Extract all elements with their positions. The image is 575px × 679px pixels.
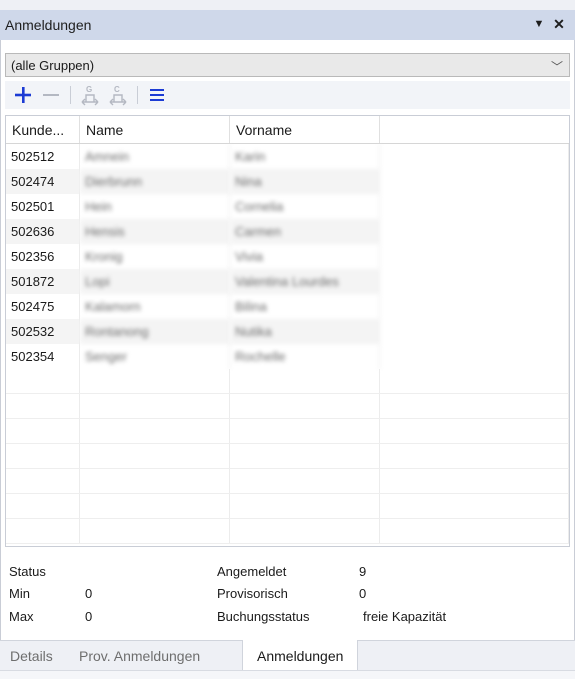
cell-kunde: 502356: [6, 244, 80, 269]
bottom-tab-bar: Details Prov. Anmeldungen Anmeldungen: [0, 640, 575, 671]
cell-filler: [380, 294, 569, 319]
cell-filler: [380, 144, 569, 169]
cell-vorname: Bilina: [230, 294, 380, 319]
column-header-kunde[interactable]: Kunde...: [6, 116, 80, 143]
cell-name: Rontanong: [80, 319, 230, 344]
bottom-strip: [0, 670, 575, 679]
plus-icon[interactable]: [11, 83, 35, 107]
angemeldet-label: Angemeldet: [217, 564, 287, 579]
cell-kunde: 502512: [6, 144, 80, 169]
empty-row: [6, 444, 569, 469]
cell-vorname: Valentina Lourdes: [230, 269, 380, 294]
grid-body: 502512 Amnein Karin 502474 Dierbrunn Nin…: [6, 144, 569, 544]
cell-name: Hein: [80, 194, 230, 219]
panel-content: (alle Gruppen) ﹀ G C Kunde... Name Vorna…: [0, 40, 575, 640]
cell-vorname: Rochelle: [230, 344, 380, 369]
cell-kunde: 502532: [6, 319, 80, 344]
column-header-name[interactable]: Name: [80, 116, 230, 143]
angemeldet-value: 9: [359, 564, 367, 579]
grid-header: Kunde... Name Vorname: [6, 116, 569, 144]
cell-name: Lopi: [80, 269, 230, 294]
cell-filler: [380, 319, 569, 344]
table-row[interactable]: 502474 Dierbrunn Nina: [6, 169, 569, 194]
toolbar-separator: [70, 86, 71, 104]
min-value: 0: [85, 586, 93, 601]
minus-icon[interactable]: [39, 83, 63, 107]
empty-row: [6, 494, 569, 519]
table-row[interactable]: 501872 Lopi Valentina Lourdes: [6, 269, 569, 294]
grid-toolbar: G C: [5, 81, 570, 109]
max-label: Max: [9, 609, 34, 624]
svg-text:C: C: [114, 85, 120, 94]
summary-panel: Status Min 0 Max 0 Angemeldet 9 Provisor…: [5, 550, 570, 640]
min-label: Min: [9, 586, 30, 601]
empty-row: [6, 419, 569, 444]
cell-vorname: Nutika: [230, 319, 380, 344]
cell-filler: [380, 269, 569, 294]
empty-row: [6, 469, 569, 494]
cell-vorname: Nina: [230, 169, 380, 194]
cell-filler: [380, 244, 569, 269]
cell-name: Kronig: [80, 244, 230, 269]
toolbar-separator: [137, 86, 138, 104]
cell-kunde: 501872: [6, 269, 80, 294]
table-row[interactable]: 502501 Hein Cornelia: [6, 194, 569, 219]
table-row[interactable]: 502532 Rontanong Nutika: [6, 319, 569, 344]
tab-prov-anmeldungen[interactable]: Prov. Anmeldungen: [79, 641, 200, 671]
group-filter-value: (alle Gruppen): [11, 57, 95, 73]
cell-filler: [380, 169, 569, 194]
cell-vorname: Vivia: [230, 244, 380, 269]
table-row[interactable]: 502512 Amnein Karin: [6, 144, 569, 169]
cell-filler: [380, 194, 569, 219]
chevron-down-icon[interactable]: ﹀: [551, 58, 563, 75]
dropdown-arrow-icon[interactable]: ▼: [531, 16, 547, 32]
anmeldungen-panel: Anmeldungen ▼ ✕ (alle Gruppen) ﹀ G C Kun…: [0, 0, 575, 679]
buchungsstatus-label: Buchungsstatus: [217, 609, 310, 624]
panel-title: Anmeldungen: [5, 17, 92, 33]
panel-titlebar: Anmeldungen ▼ ✕: [0, 10, 575, 40]
provisorisch-value: 0: [359, 586, 367, 601]
cell-kunde: 502474: [6, 169, 80, 194]
cell-name: Amnein: [80, 144, 230, 169]
provisorisch-label: Provisorisch: [217, 586, 288, 601]
cell-name: Hensis: [80, 219, 230, 244]
group-filter-select[interactable]: (alle Gruppen) ﹀: [5, 53, 570, 77]
tab-details[interactable]: Details: [10, 641, 53, 671]
empty-row: [6, 394, 569, 419]
empty-row: [6, 369, 569, 394]
empty-row: [6, 519, 569, 544]
cell-kunde: 502636: [6, 219, 80, 244]
group-g-icon[interactable]: G: [78, 83, 102, 107]
cell-filler: [380, 344, 569, 369]
svg-text:G: G: [86, 85, 92, 94]
table-row[interactable]: 502636 Hensis Carmen: [6, 219, 569, 244]
cell-filler: [380, 219, 569, 244]
table-row[interactable]: 502356 Kronig Vivia: [6, 244, 569, 269]
registrations-grid: Kunde... Name Vorname 502512 Amnein Kari…: [5, 115, 570, 547]
cell-vorname: Carmen: [230, 219, 380, 244]
menu-icon[interactable]: [145, 83, 169, 107]
cell-kunde: 502354: [6, 344, 80, 369]
max-value: 0: [85, 609, 93, 624]
tab-anmeldungen[interactable]: Anmeldungen: [242, 640, 359, 671]
column-header-vorname[interactable]: Vorname: [230, 116, 380, 143]
cell-kunde: 502475: [6, 294, 80, 319]
cell-vorname: Cornelia: [230, 194, 380, 219]
close-icon[interactable]: ✕: [551, 16, 567, 32]
table-row[interactable]: 502475 Kalamorn Bilina: [6, 294, 569, 319]
column-header-filler: [380, 116, 569, 143]
cell-name: Kalamorn: [80, 294, 230, 319]
group-c-icon[interactable]: C: [106, 83, 130, 107]
cell-name: Senger: [80, 344, 230, 369]
status-label: Status: [9, 564, 46, 579]
buchungsstatus-value: freie Kapazität: [363, 609, 447, 624]
table-row[interactable]: 502354 Senger Rochelle: [6, 344, 569, 369]
cell-kunde: 502501: [6, 194, 80, 219]
cell-vorname: Karin: [230, 144, 380, 169]
cell-name: Dierbrunn: [80, 169, 230, 194]
